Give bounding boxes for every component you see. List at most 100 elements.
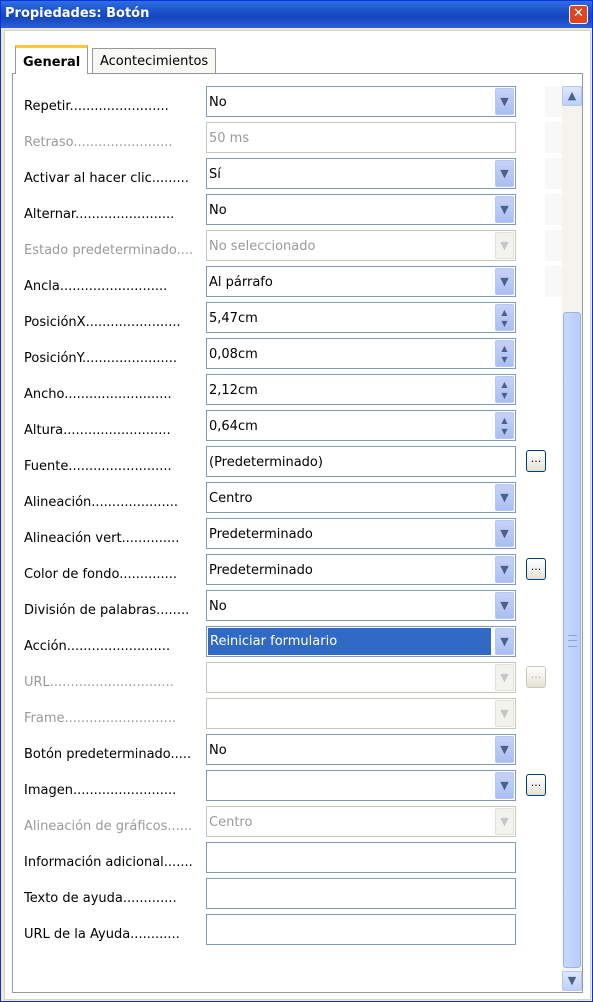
property-label: Alineación..................... bbox=[24, 495, 179, 510]
field-value: 5,47cm bbox=[209, 311, 258, 326]
property-row: PosiciónX....................... 5,47cm ▲ ▼ bbox=[20, 302, 560, 338]
scroll-down-icon[interactable]: ▼ bbox=[562, 971, 582, 991]
property-label: Estado predeterminado.... bbox=[24, 243, 194, 258]
property-row: Frame........................... ▼ bbox=[20, 698, 560, 734]
dropdown-field[interactable]: Centro ▼ bbox=[206, 482, 516, 513]
ellipsis-button-icon[interactable]: ... bbox=[526, 558, 546, 580]
property-label: Color de fondo.............. bbox=[24, 567, 178, 582]
property-label: Altura.......................... bbox=[24, 423, 171, 438]
dropdown-field[interactable]: No ▼ bbox=[206, 734, 516, 765]
property-row: Alineación de gráficos...... Centro ▼ bbox=[20, 806, 560, 842]
text-field[interactable] bbox=[206, 914, 516, 945]
spin-up-icon[interactable]: ▲ bbox=[496, 307, 513, 318]
spin-field[interactable]: 2,12cm ▲ ▼ bbox=[206, 374, 516, 405]
dropdown-field[interactable]: Sí ▼ bbox=[206, 158, 516, 189]
property-row: Texto de ayuda............. bbox=[20, 878, 560, 914]
chevron-down-icon[interactable]: ▼ bbox=[495, 196, 514, 223]
chevron-down-icon[interactable]: ▼ bbox=[495, 484, 514, 511]
dropdown-field[interactable]: Predeterminado ▼ bbox=[206, 554, 516, 585]
property-label: Imagen......................... bbox=[24, 783, 177, 798]
property-label: Alternar........................ bbox=[24, 207, 175, 222]
spin-arrows-icon[interactable]: ▲ ▼ bbox=[495, 376, 514, 403]
text-field[interactable] bbox=[206, 878, 516, 909]
property-label: Fuente......................... bbox=[24, 459, 172, 474]
chevron-down-icon[interactable]: ▼ bbox=[495, 88, 514, 115]
spin-arrows-icon[interactable]: ▲ ▼ bbox=[495, 304, 514, 331]
window-title: Propiedades: Botón bbox=[5, 6, 150, 21]
ellipsis-button-icon[interactable]: ... bbox=[526, 450, 546, 472]
property-row: Ancla.......................... Al párraf… bbox=[20, 266, 570, 302]
spin-down-icon[interactable]: ▼ bbox=[496, 354, 513, 365]
chevron-down-icon[interactable]: ▼ bbox=[495, 592, 514, 619]
property-label: Alineación vert.............. bbox=[24, 531, 180, 546]
chevron-down-icon: ▼ bbox=[495, 664, 514, 691]
property-row: PosiciónY....................... 0,08cm ▲ ▼ bbox=[20, 338, 560, 374]
spin-field[interactable]: 0,64cm ▲ ▼ bbox=[206, 410, 516, 441]
field-value: Al párrafo bbox=[209, 275, 273, 290]
field-value: No bbox=[209, 599, 227, 614]
tab-acontecimientos[interactable]: Acontecimientos bbox=[92, 48, 217, 73]
dropdown-field: ▼ bbox=[206, 662, 516, 693]
dropdown-field[interactable]: Al párrafo ▼ bbox=[206, 266, 516, 297]
close-icon[interactable]: ✕ bbox=[569, 5, 588, 24]
dropdown-field[interactable]: Predeterminado ▼ bbox=[206, 518, 516, 549]
chevron-down-icon[interactable]: ▼ bbox=[495, 628, 514, 655]
spin-field[interactable]: 0,08cm ▲ ▼ bbox=[206, 338, 516, 369]
dropdown-field: ▼ bbox=[206, 698, 516, 729]
chevron-down-icon[interactable]: ▼ bbox=[495, 556, 514, 583]
property-row: Ancho.......................... 2,12cm ▲ ▼ bbox=[20, 374, 560, 410]
property-row: Imagen......................... ▼... bbox=[20, 770, 560, 806]
property-row: Color de fondo.............. Predetermina… bbox=[20, 554, 560, 590]
property-row: Información adicional....... bbox=[20, 842, 560, 878]
property-row: Acción......................... Reiniciar… bbox=[20, 626, 560, 662]
property-label: Frame........................... bbox=[24, 711, 177, 726]
field-value: Reiniciar formulario bbox=[208, 628, 491, 655]
property-label: Retraso........................ bbox=[24, 135, 173, 150]
spin-down-icon[interactable]: ▼ bbox=[496, 426, 513, 437]
property-label: Información adicional....... bbox=[24, 855, 193, 870]
text-field[interactable] bbox=[206, 842, 516, 873]
text-field[interactable]: (Predeterminado) bbox=[206, 446, 516, 477]
property-row: Alternar........................ No ▼ bbox=[20, 194, 570, 230]
dropdown-field: No seleccionado ▼ bbox=[206, 230, 516, 261]
spin-up-icon[interactable]: ▲ bbox=[496, 379, 513, 390]
ellipsis-button-icon: ... bbox=[526, 666, 546, 688]
chevron-down-icon: ▼ bbox=[495, 700, 514, 727]
dropdown-field[interactable]: ▼ bbox=[206, 770, 516, 801]
property-label: URL de la Ayuda............ bbox=[24, 927, 180, 942]
dropdown-field[interactable]: No ▼ bbox=[206, 194, 516, 225]
property-row: URL de la Ayuda............ bbox=[20, 914, 560, 950]
field-value: Centro bbox=[209, 815, 253, 830]
property-label: Acción......................... bbox=[24, 639, 171, 654]
scroll-up-icon[interactable]: ▲ bbox=[562, 86, 582, 106]
field-value: 2,12cm bbox=[209, 383, 258, 398]
spin-down-icon[interactable]: ▼ bbox=[496, 390, 513, 401]
spin-arrows-icon[interactable]: ▲ ▼ bbox=[495, 412, 514, 439]
spin-up-icon[interactable]: ▲ bbox=[496, 415, 513, 426]
dropdown-field[interactable]: No ▼ bbox=[206, 590, 516, 621]
property-label: Texto de ayuda............. bbox=[24, 891, 177, 906]
chevron-down-icon[interactable]: ▼ bbox=[495, 268, 514, 295]
text-field: 50 ms bbox=[206, 122, 516, 153]
chevron-down-icon: ▼ bbox=[495, 808, 514, 835]
chevron-down-icon[interactable]: ▼ bbox=[495, 772, 514, 799]
chevron-down-icon[interactable]: ▼ bbox=[495, 520, 514, 547]
dropdown-field[interactable]: Reiniciar formulario ▼ bbox=[206, 626, 516, 657]
property-row: Repetir........................ No ▼ bbox=[20, 86, 570, 122]
spin-field[interactable]: 5,47cm ▲ ▼ bbox=[206, 302, 516, 333]
vertical-scrollbar[interactable]: ▲ ▼ bbox=[562, 86, 582, 991]
spin-down-icon[interactable]: ▼ bbox=[496, 318, 513, 329]
chevron-down-icon[interactable]: ▼ bbox=[495, 736, 514, 763]
title-bar[interactable]: Propiedades: Botón ✕ bbox=[1, 1, 592, 28]
tab-general[interactable]: General bbox=[15, 45, 89, 74]
field-value: 50 ms bbox=[209, 131, 250, 146]
chevron-down-icon[interactable]: ▼ bbox=[495, 160, 514, 187]
spin-arrows-icon[interactable]: ▲ ▼ bbox=[495, 340, 514, 367]
property-label: Ancho.......................... bbox=[24, 387, 172, 402]
scrollbar-thumb[interactable] bbox=[563, 312, 581, 968]
property-row: Estado predeterminado.... No seleccionado… bbox=[20, 230, 570, 266]
spin-up-icon[interactable]: ▲ bbox=[496, 343, 513, 354]
ellipsis-button-icon[interactable]: ... bbox=[526, 774, 546, 796]
dropdown-field[interactable]: No ▼ bbox=[206, 86, 516, 117]
property-row: Altura.......................... 0,64cm ▲ ▼ bbox=[20, 410, 560, 446]
